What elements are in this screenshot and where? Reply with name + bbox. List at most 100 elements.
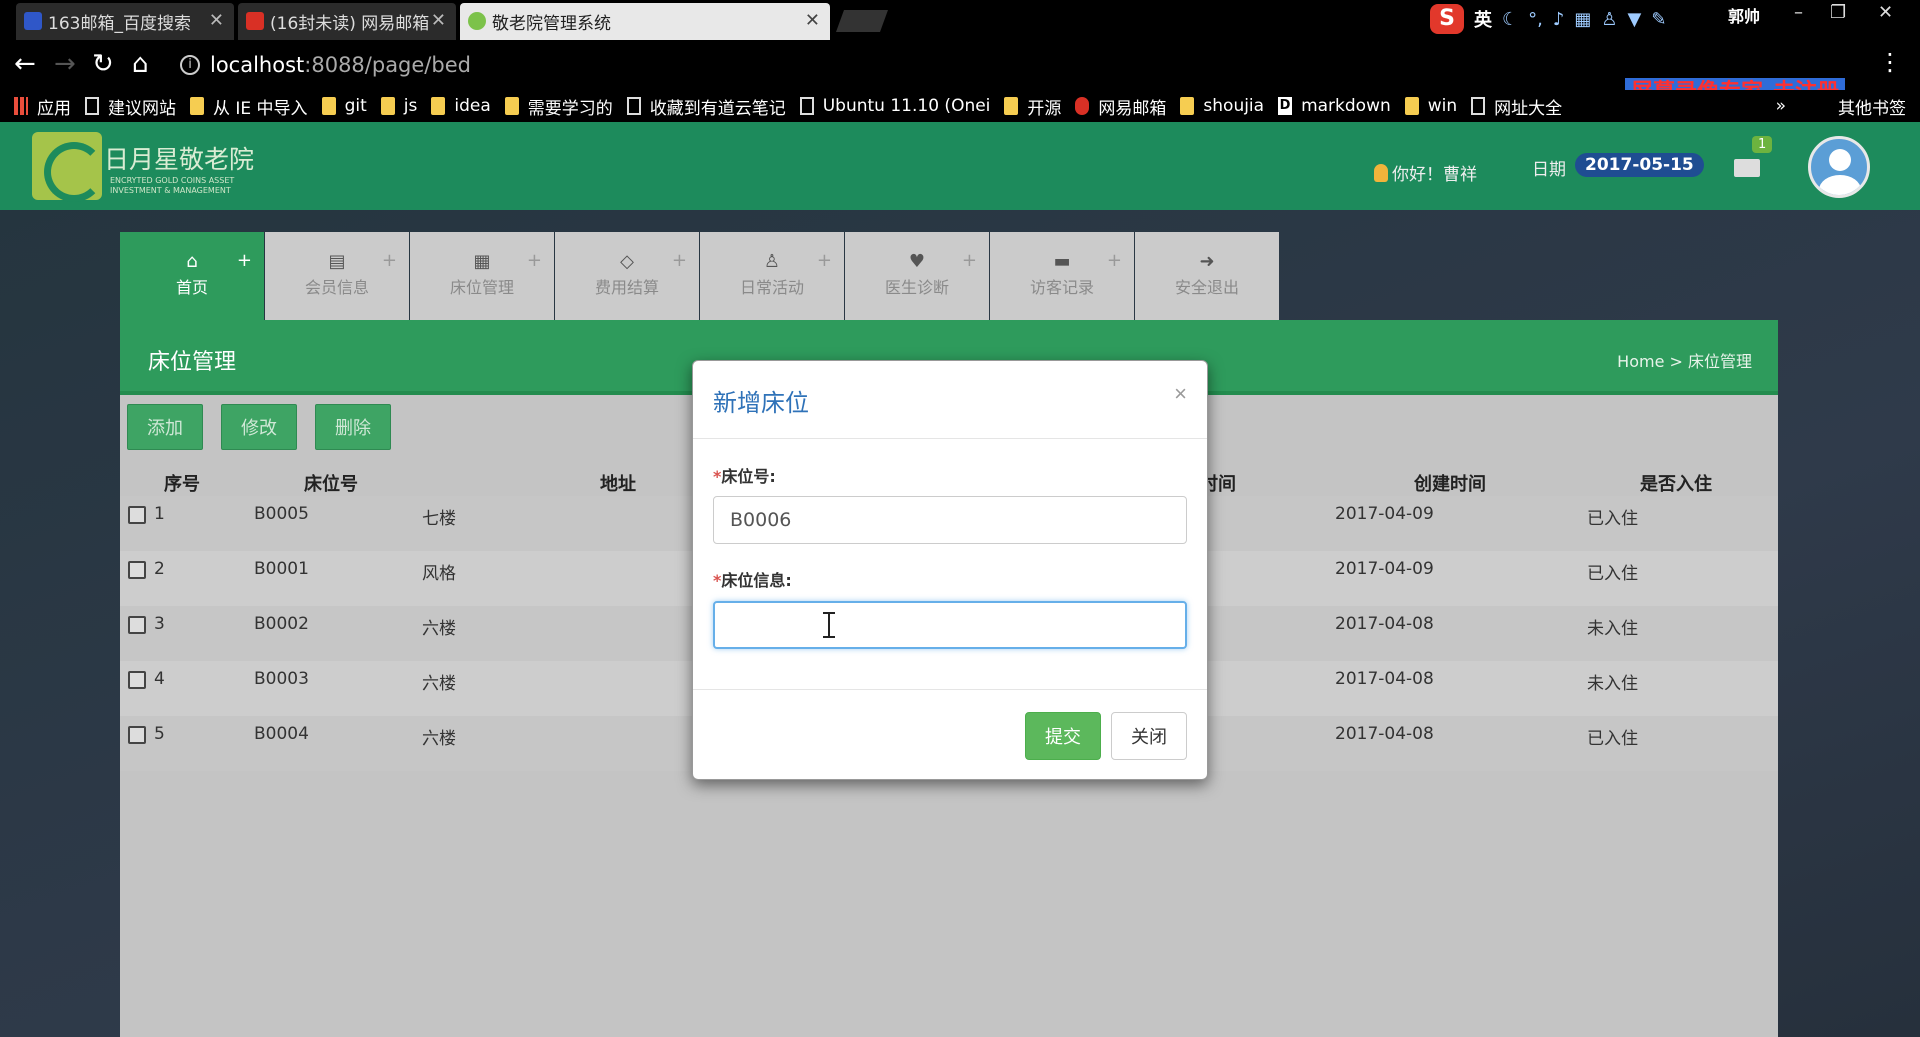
mic-icon[interactable]: ♪ [1553,9,1565,30]
close-icon[interactable]: × [1174,381,1187,407]
bookmark-label: markdown [1301,96,1391,116]
nav-label: 会员信息 [304,278,369,297]
browser-tab-active[interactable]: 敬老院管理系统 ✕ [460,3,830,40]
plus-icon: + [381,250,397,271]
row-checkbox[interactable] [128,726,146,744]
bookmark-item[interactable]: Ubuntu 11.10 (Onei [799,96,991,116]
nav-tab-diagnosis[interactable]: ♥ 医生诊断 + [845,232,989,320]
user-icon[interactable]: ♙ [1601,9,1617,30]
row-checkbox[interactable] [128,561,146,579]
folder-icon [1180,97,1195,115]
folder-icon [504,97,519,115]
minimize-icon[interactable]: – [1794,2,1803,23]
bookmark-apps[interactable]: 应用 [14,94,71,119]
bookmark-item[interactable]: git [321,96,367,116]
shirt-icon[interactable]: ▼ [1628,9,1642,30]
home-browser-icon[interactable]: ⌂ [132,48,149,80]
browser-tab-163[interactable]: (16封未读) 网易邮箱6.0版 ✕ [238,3,456,40]
nav-label: 费用结算 [594,278,659,297]
bookmark-item[interactable]: 建议网站 [85,94,176,119]
keyboard-icon[interactable]: ▦ [1574,9,1591,30]
nav-tab-billing[interactable]: ◇ 费用结算 + [555,232,699,320]
sogou-icon[interactable]: S [1430,4,1464,34]
folder-icon [190,97,204,115]
bookmark-item[interactable]: win [1404,96,1457,116]
bookmark-label: 从 IE 中导入 [213,98,308,119]
user-greeting[interactable]: 你好！曹祥 [1374,160,1477,185]
cell-bed: B0001 [254,559,309,579]
bookmark-item[interactable]: idea [431,96,491,116]
nav-tab-home[interactable]: ⌂ 首页 + [120,232,264,320]
bookmark-item[interactable]: 从 IE 中导入 [190,94,308,119]
row-checkbox[interactable] [128,671,146,689]
address-bar[interactable]: i localhost:8088/page/bed [172,48,1652,82]
bed-no-field[interactable] [713,496,1187,544]
submit-button[interactable]: 提交 [1025,712,1101,760]
info-icon[interactable]: i [180,55,200,75]
bookmark-item[interactable]: 需要学习的 [504,94,613,119]
bed-info-field[interactable] [713,601,1187,649]
back-icon[interactable]: ← [14,48,36,80]
netease-favicon-icon [246,12,264,30]
bookmark-label: 开源 [1027,98,1062,119]
nav-tab-activities[interactable]: ♙ 日常活动 + [700,232,844,320]
row-checkbox[interactable] [128,506,146,524]
bookmark-item[interactable]: 开源 [1004,94,1061,119]
wrench-icon[interactable]: ✎ [1651,9,1666,30]
moon-icon[interactable]: ☾ [1502,9,1518,30]
bookmark-item[interactable]: 网址大全 [1471,94,1562,119]
page-icon [626,97,641,115]
add-button[interactable]: 添加 [127,404,203,450]
nav-label: 日常活动 [739,278,804,297]
restore-icon[interactable]: ❐ [1830,2,1846,23]
punctuation-icon[interactable]: °, [1528,9,1543,30]
bookmark-item[interactable]: shoujia [1180,96,1264,116]
bed-no-label: *床位号: [713,463,776,487]
ime-lang[interactable]: 英 [1474,6,1492,32]
bookmark-item[interactable]: 收藏到有道云笔记 [626,94,786,119]
bookmark-item[interactable]: 网易邮箱 [1075,94,1166,119]
bookmarks-bar: 应用 建议网站 从 IE 中导入 git js idea 需要学习的 收藏到有道… [0,90,1920,122]
new-tab-button[interactable] [835,10,889,32]
plus-icon: + [236,250,252,271]
bookmarks-overflow-icon[interactable]: » [1776,96,1786,116]
bookmark-item[interactable]: Dmarkdown [1278,96,1391,116]
bookmark-label: 其他书签 [1838,98,1906,119]
close-button[interactable]: 关闭 [1111,712,1187,760]
breadcrumb[interactable]: Home > 床位管理 [1617,348,1752,372]
bookmark-label: Ubuntu 11.10 (Onei [822,96,991,116]
tab-title: 敬老院管理系统 [492,14,611,34]
date-label: 日期 [1532,160,1566,180]
mail-count-badge: 1 [1752,136,1773,153]
bookmark-label: 建议网站 [108,98,176,119]
close-icon[interactable]: ✕ [209,10,224,31]
nav-tab-logout[interactable]: ➜ 安全退出 [1135,232,1279,320]
close-icon[interactable]: ✕ [430,10,446,31]
close-icon[interactable]: ✕ [805,10,820,31]
envelope-icon[interactable] [1734,159,1760,177]
browser-tab-baidu[interactable]: 163邮箱_百度搜索 ✕ [16,3,234,40]
col-occupied: 是否入住 [1640,474,1712,495]
forward-icon[interactable]: → [54,48,76,80]
nav-tab-visitors[interactable]: ▬ 访客记录 + [990,232,1134,320]
avatar[interactable] [1808,136,1870,198]
bookmark-other[interactable]: 其他书签 [1816,94,1906,119]
edit-button[interactable]: 修改 [221,404,297,450]
folder-icon [1404,97,1419,115]
col-no: 序号 [164,474,200,495]
cell-created: 2017-04-08 [1335,614,1434,634]
browser-menu-icon[interactable]: ⋮ [1878,48,1902,76]
delete-button[interactable]: 删除 [315,404,391,450]
window-close-icon[interactable]: ✕ [1878,2,1893,23]
row-checkbox[interactable] [128,616,146,634]
page-title: 床位管理 [148,350,237,375]
netease-mail-icon [1075,97,1090,115]
nav-tab-members[interactable]: ▤ 会员信息 + [265,232,409,320]
bookmark-item[interactable]: js [380,96,417,116]
reload-icon[interactable]: ↻ [92,48,114,80]
plus-icon: + [961,250,977,271]
cell-no: 2 [154,559,165,579]
home-icon: ⌂ [186,251,198,272]
logo-title: 日月星敬老院 [104,145,255,174]
nav-tab-beds[interactable]: ▦ 床位管理 + [410,232,554,320]
